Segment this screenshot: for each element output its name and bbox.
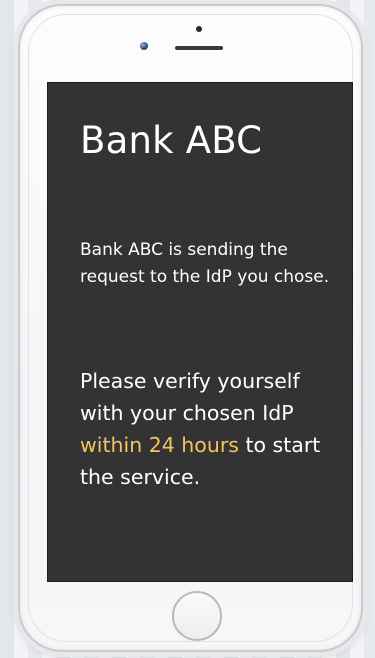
phone-screen: Bank ABC Bank ABC is sending the request… xyxy=(47,82,353,582)
home-button-icon[interactable] xyxy=(172,591,222,641)
front-camera-icon xyxy=(140,42,148,50)
phone-frame: Bank ABC Bank ABC is sending the request… xyxy=(18,4,363,652)
verification-instruction: Please verify yourself with your chosen … xyxy=(80,365,342,493)
deadline-highlight: within 24 hours xyxy=(80,433,239,457)
page-title: Bank ABC xyxy=(80,119,263,162)
proximity-sensor-icon xyxy=(196,26,202,32)
speaker-icon xyxy=(175,46,223,50)
instruction-prefix: Please verify yourself with your chosen … xyxy=(80,369,300,425)
request-status-text: Bank ABC is sending the request to the I… xyxy=(80,240,330,287)
